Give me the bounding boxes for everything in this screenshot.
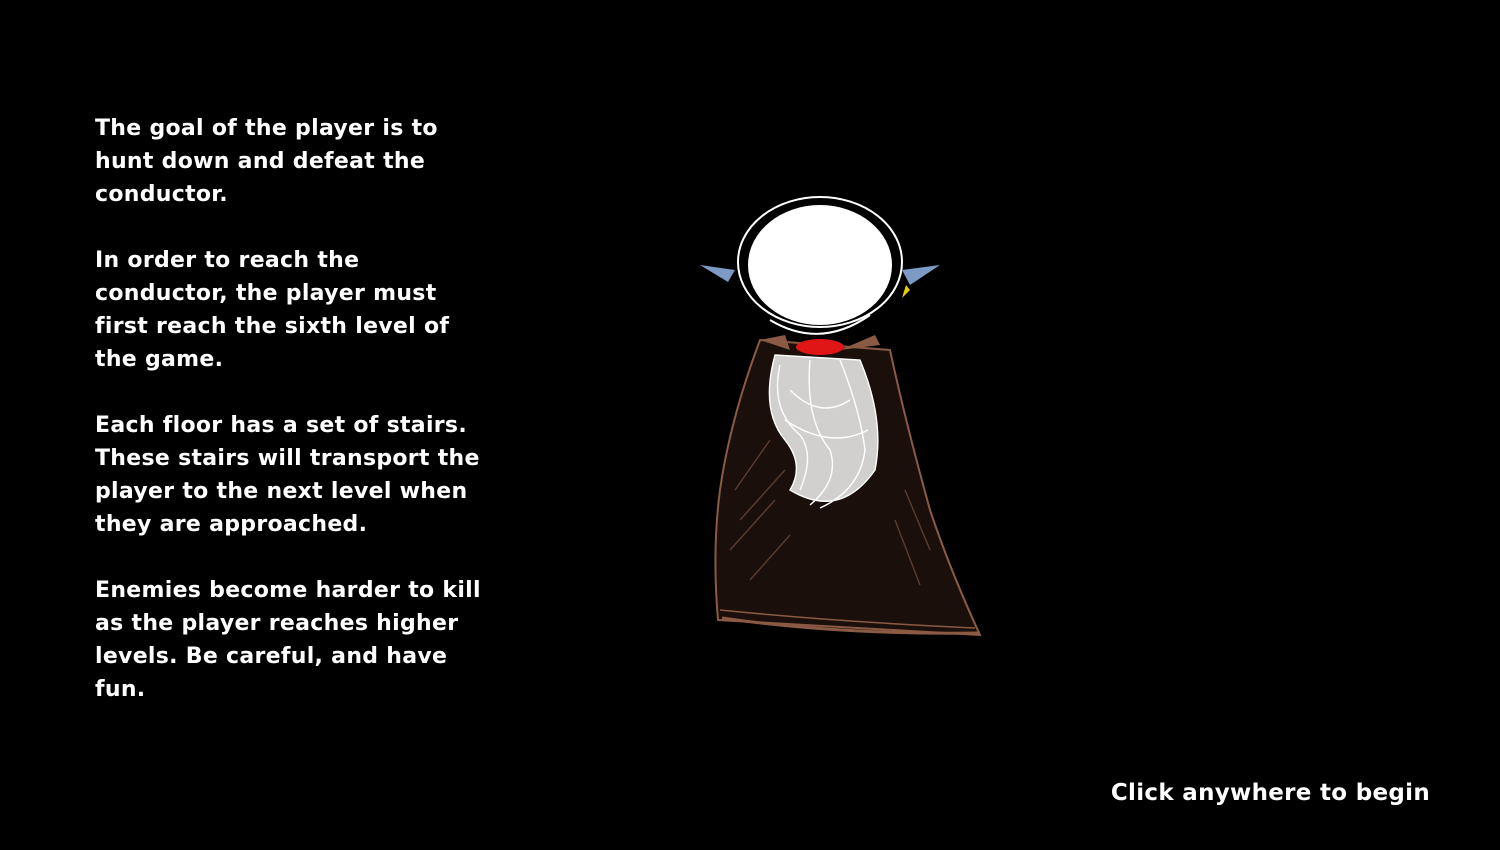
collar xyxy=(796,339,844,355)
right-ear xyxy=(902,265,940,285)
click-to-begin-prompt[interactable]: Click anywhere to begin xyxy=(1111,780,1430,806)
head xyxy=(737,196,903,335)
instruction-paragraph-enemies: Enemies become harder to kill as the pla… xyxy=(95,578,481,702)
left-ear xyxy=(700,265,735,282)
title-screen[interactable]: The goal of the player is to hunt down a… xyxy=(0,0,1500,850)
conductor-sketch-icon xyxy=(700,196,982,637)
instruction-paragraph-level: In order to reach the conductor, the pla… xyxy=(95,248,450,372)
earring xyxy=(902,285,910,298)
instruction-paragraph-stairs: Each floor has a set of stairs. These st… xyxy=(95,413,480,537)
instructions-panel: The goal of the player is to hunt down a… xyxy=(95,112,495,739)
instruction-paragraph-goal: The goal of the player is to hunt down a… xyxy=(95,116,438,207)
